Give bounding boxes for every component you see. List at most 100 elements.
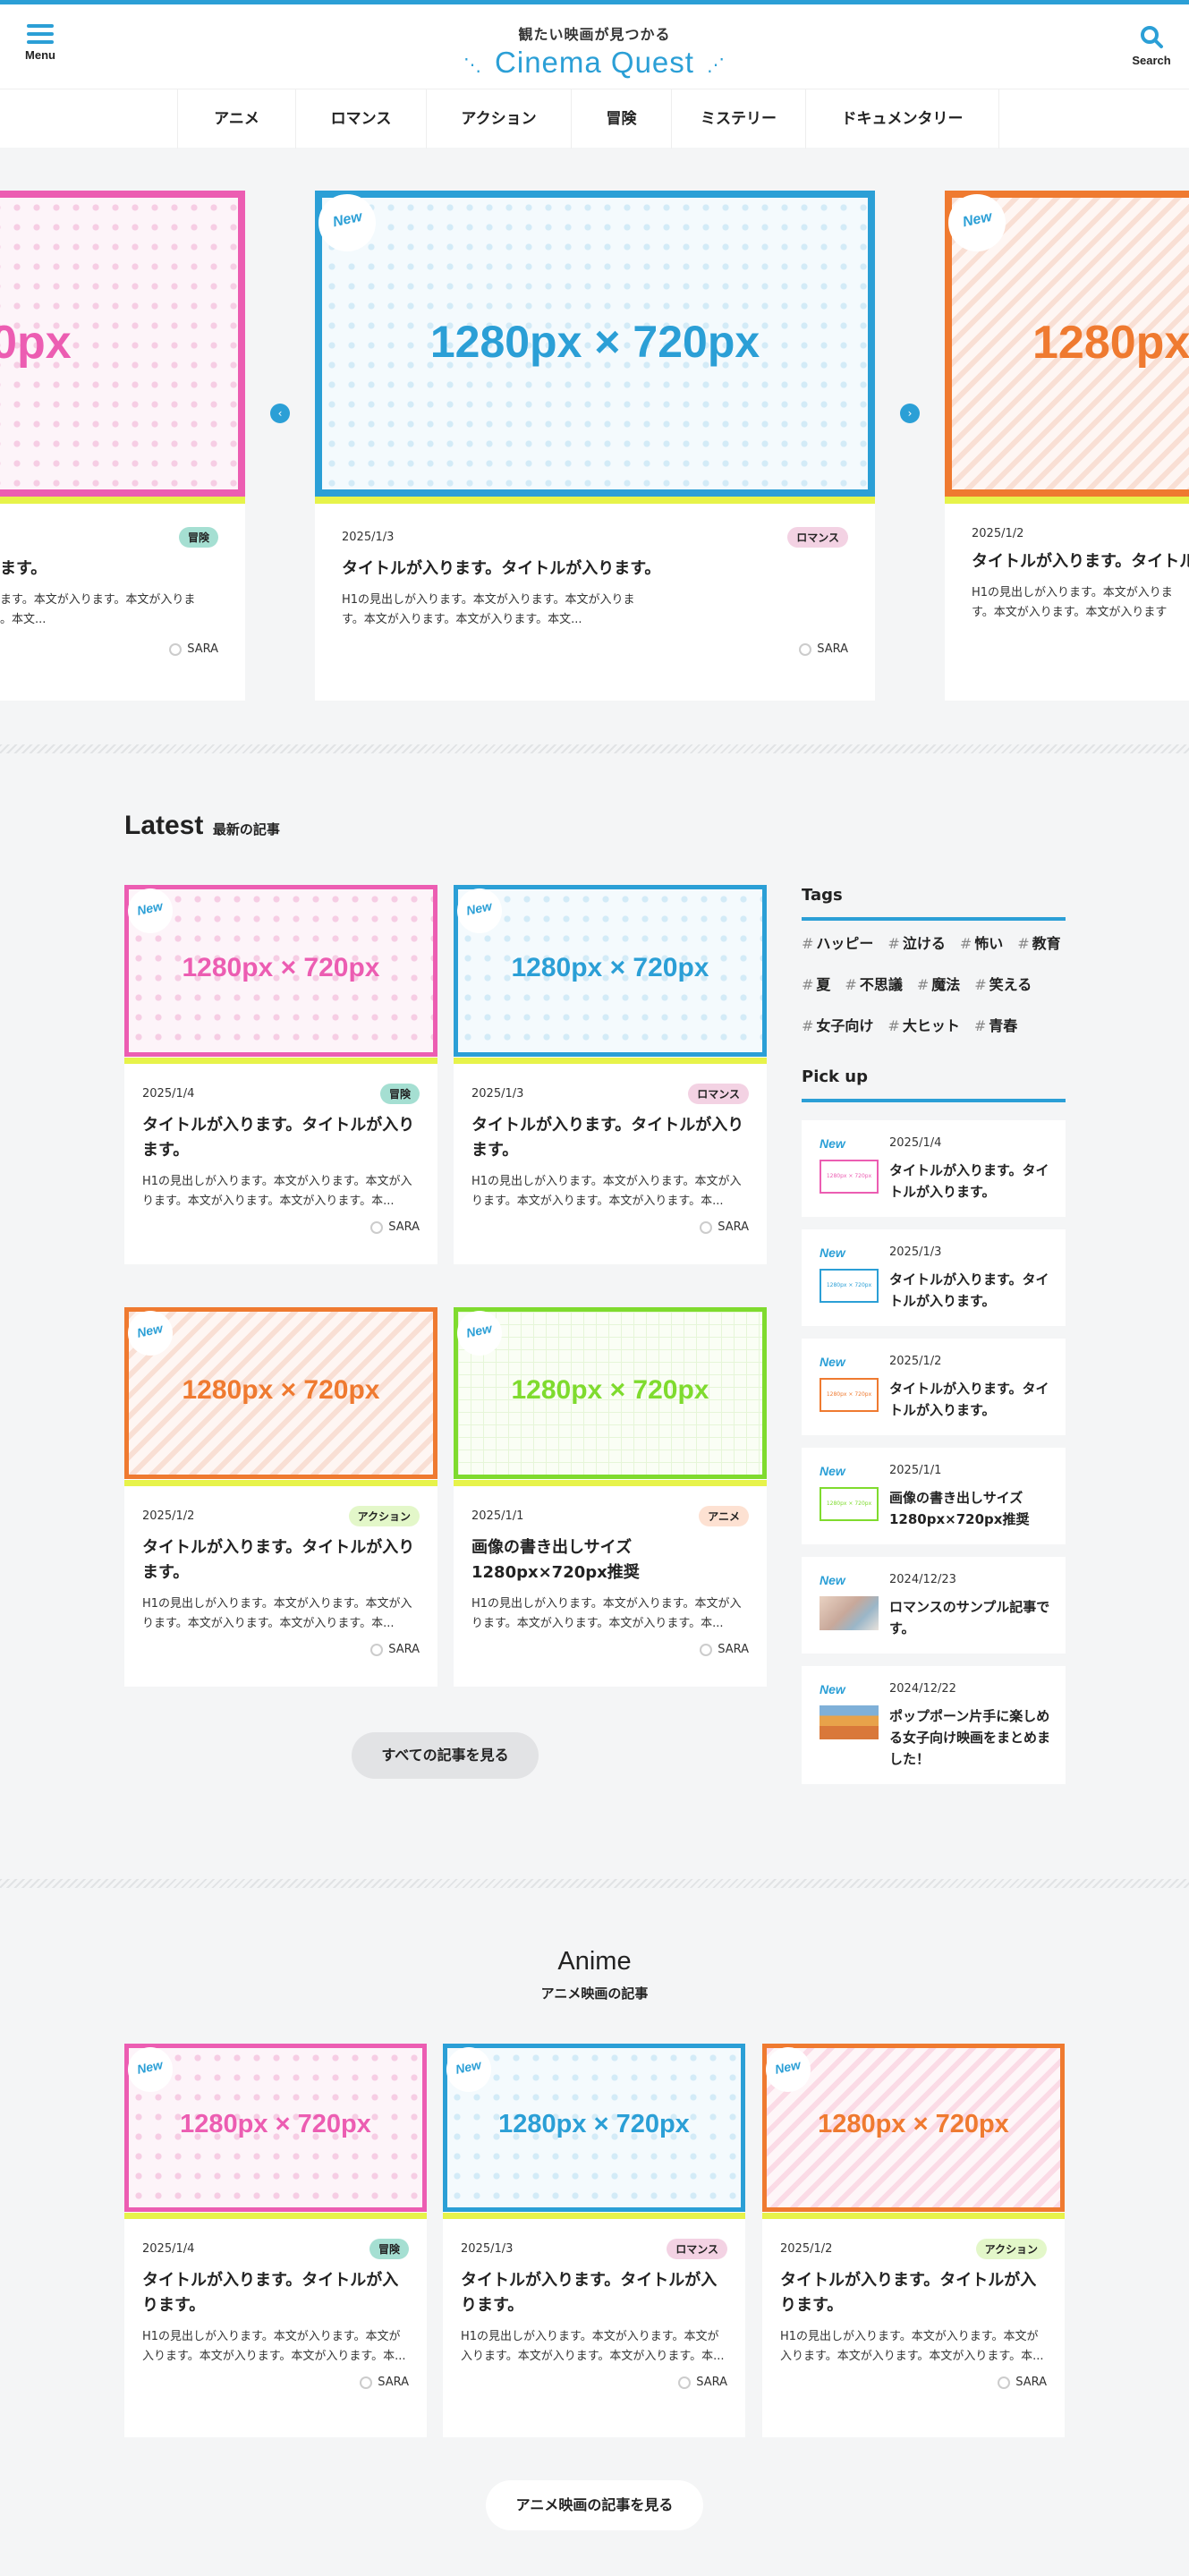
card-date: 2025/1/2 [780,2242,833,2256]
nav-item-adventure[interactable]: 冒険 [572,89,672,149]
pickup-date: 2025/1/3 [889,1245,942,1259]
tag-link[interactable]: # 女子向け [802,1014,873,1035]
category-badge[interactable]: ロマンス [688,1084,749,1104]
tag-link[interactable]: # 怖い [960,931,1003,953]
pickup-title: ロマンスのサンプル記事です。 [889,1599,1050,1637]
pickup-thumbnail: 1280px × 720px [820,1269,879,1303]
tag-link[interactable]: # 夏 [802,973,830,994]
card-excerpt: ます。本文が入ります。本文が入りま [0,593,196,607]
author-avatar-icon [370,1220,384,1234]
search-button[interactable]: Search [1126,24,1176,67]
pickup-item[interactable]: New 1280px × 720px 2025/1/4 タイトルが入ります。タイ… [802,1120,1066,1217]
card-date: 2025/1/3 [471,1087,524,1101]
card-title: タイトルが入ります。タイトルが入ります。 [471,1116,744,1160]
placeholder-text: 1280px × 720px [511,953,709,982]
anime-title-en: Anime [557,1947,632,1976]
category-badge[interactable]: 冒険 [369,2239,409,2259]
card-title: タイトルが入ります。タイトルが入ります。 [461,2271,718,2315]
pickup-title: 画像の書き出しサイズ1280px×720px推奨 [889,1490,1030,1527]
pickup-item[interactable]: New 2024/12/22 ポップポーン片手に楽しめる女子向け映画をまとめまし… [802,1666,1066,1784]
anime-articles-button[interactable]: アニメ映画の記事を見る [486,2480,703,2530]
tag-link[interactable]: # 笑える [974,973,1032,994]
nav-item-mystery[interactable]: ミステリー [672,89,806,149]
card-author: SARA [342,642,848,656]
nav-item-anime[interactable]: アニメ [178,89,296,149]
tag-link[interactable]: # 泣ける [888,931,945,953]
search-label: Search [1132,54,1171,67]
category-badge[interactable]: ロマンス [667,2239,727,2259]
pickup-item[interactable]: New 1280px × 720px 2025/1/2 タイトルが入ります。タイ… [802,1339,1066,1435]
next-slide-button[interactable]: › [900,404,920,423]
pickup-item[interactable]: New 1280px × 720px 2025/1/1 画像の書き出しサイズ12… [802,1448,1066,1544]
nav-item-documentary[interactable]: ドキュメンタリー [806,89,999,149]
author-avatar-icon [678,2376,692,2389]
placeholder-text: 1280px [1032,317,1189,369]
article-card[interactable]: New 1280px × 720px 2025/1/3 ロマンス タイトルが入りま… [443,2044,745,2437]
placeholder-text: 1280px × 720px [498,2110,690,2138]
site-tagline: 観たい映画が見つかる [518,26,671,43]
pickup-title: ポップポーン片手に楽しめる女子向け映画をまとめました！ [889,1708,1051,1767]
category-badge[interactable]: アクション [975,2239,1047,2259]
category-badge[interactable]: アクション [348,1506,420,1526]
card-date: 2025/1/4 [142,2242,195,2256]
slide-card-active[interactable]: New 1280px × 720px 2025/1/3 ロマンス タイトルが入りま… [315,191,875,701]
tag-link[interactable]: # 不思議 [845,973,902,994]
article-card[interactable]: New 1280px × 720px 2025/1/2 アクション タイトルが入り… [762,2044,1065,2437]
tag-link[interactable]: # 魔法 [917,973,960,994]
pickup-item[interactable]: New 2024/12/23 ロマンスのサンプル記事です。 [802,1557,1066,1654]
placeholder-text: 1280px × 720px [182,1375,380,1405]
tag-link[interactable]: # 大ヒット [888,1014,959,1035]
category-badge[interactable]: ロマンス [787,527,848,548]
slide-card[interactable]: New 1280px 2025/1/2 タイトルが入ります。タイトル H1の見出… [945,191,1189,701]
card-thumbnail: New 1280px × 720px [454,1307,767,1486]
card-excerpt-2: す。本文が入ります。本文が入ります。本文... [342,613,582,626]
tag-link[interactable]: # ハッピー [802,931,873,953]
card-author: SARA [780,2376,1047,2389]
new-badge: New [128,1311,173,1356]
slide-card[interactable]: 720px 冒険 ます。 ます。本文が入ります。本文が入りま 。本文... SA… [0,191,245,701]
article-card[interactable]: New 1280px × 720px 2025/1/2 アクション タイトルが入り… [124,1307,437,1687]
author-avatar-icon [169,642,183,656]
tags-heading: Tags [802,886,1066,921]
tag-link[interactable]: # 青春 [974,1014,1017,1035]
card-author: SARA [142,1220,420,1234]
card-date: 2025/1/2 [142,1509,195,1523]
chevron-right-icon: › [907,407,913,420]
card-excerpt: H1の見出しが入ります。本文が入ります。本文が入ります。本文が入ります。本文が入… [461,2330,725,2363]
category-badge[interactable]: アニメ [699,1506,749,1526]
tag-link[interactable]: # 教育 [1017,931,1060,953]
card-excerpt: H1の見出しが入ります。本文が入ります。本文が入ります。本文が入ります。本文が入… [142,1175,412,1208]
new-label: New [820,1682,845,1696]
card-excerpt: H1の見出しが入ります。本文が入ります。本文が入ります。本文が入ります。本文が入… [142,1597,412,1630]
category-badge[interactable]: 冒険 [178,527,218,548]
card-thumbnail: New 1280px × 720px [124,1307,437,1486]
card-date: 2025/1/1 [471,1509,524,1523]
all-articles-button[interactable]: すべての記事を見る [352,1732,539,1779]
pickup-item[interactable]: New 1280px × 720px 2025/1/3 タイトルが入ります。タイ… [802,1229,1066,1326]
new-badge: New [128,2047,173,2092]
site-logo[interactable]: 観たい映画が見つかる ⋱ Cinema Quest ⋰ [0,22,1189,80]
article-card[interactable]: New 1280px × 720px 2025/1/1 アニメ 画像の書き出しサイ… [454,1307,767,1687]
nav-item-romance[interactable]: ロマンス [296,89,427,149]
pickup-title: タイトルが入ります。タイトルが入ります。 [889,1162,1049,1200]
author-avatar-icon [700,1643,713,1656]
card-author: SARA [471,1643,749,1656]
placeholder-text: 1280px × 720px [429,317,760,367]
card-author: SARA [142,1643,420,1656]
new-badge: New [457,888,502,933]
article-card[interactable]: New 1280px × 720px 2025/1/3 ロマンス タイトルが入りま… [454,885,767,1264]
nav-item-action[interactable]: アクション [427,89,572,149]
category-badge[interactable]: 冒険 [379,1084,420,1104]
card-author: SARA [471,1220,749,1234]
placeholder-text: 1280px × 720px [182,953,380,982]
placeholder-text: 1280px × 720px [180,2110,371,2138]
card-excerpt: H1の見出しが入ります。本文が入ります。本文が入りま [342,593,635,607]
card-title: タイトルが入ります。タイトルが入ります。 [142,1116,415,1160]
article-card[interactable]: New 1280px × 720px 2025/1/4 冒険 タイトルが入ります。… [124,2044,427,2437]
card-excerpt-2: 。本文... [0,613,47,626]
card-excerpt: H1の見出しが入ります。本文が入りま [972,586,1173,599]
pickup-date: 2025/1/1 [889,1464,942,1477]
prev-slide-button[interactable]: ‹ [270,404,290,423]
site-name-row: ⋱ Cinema Quest ⋰ [0,46,1189,80]
article-card[interactable]: New 1280px × 720px 2025/1/4 冒険 タイトルが入ります。… [124,885,437,1264]
